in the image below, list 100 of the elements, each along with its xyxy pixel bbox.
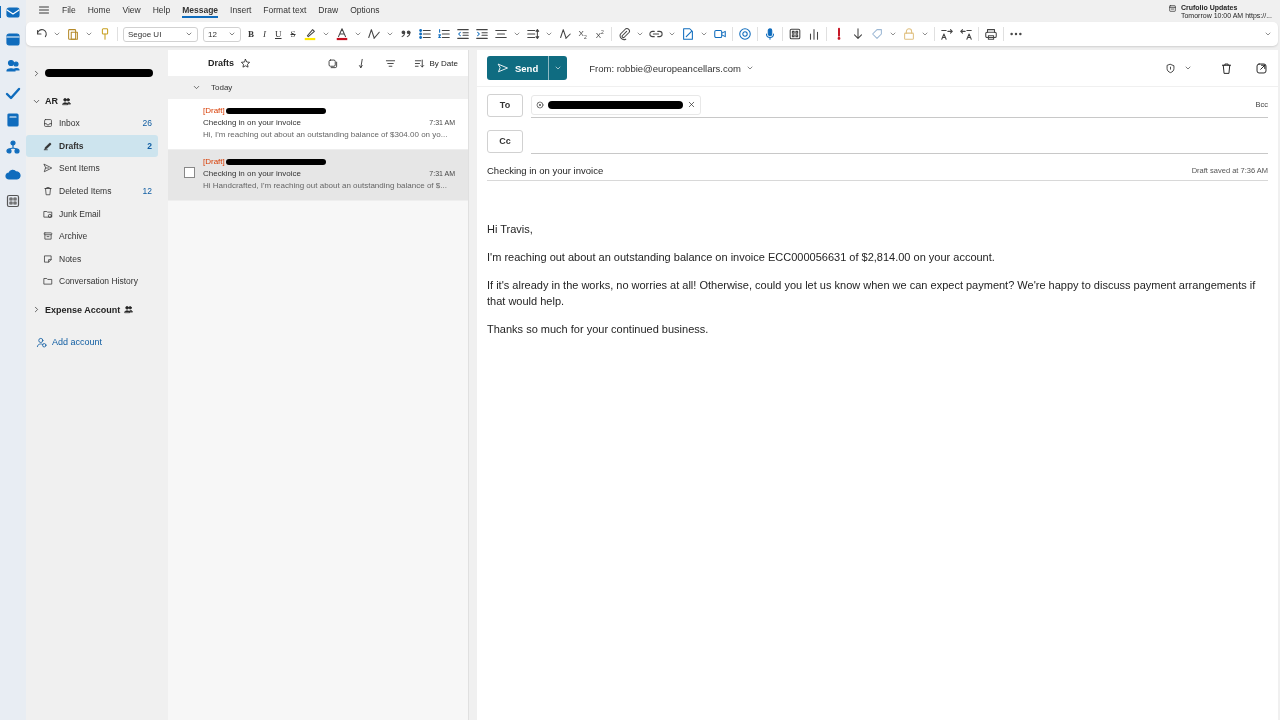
favorite-star-icon[interactable] [240, 57, 251, 69]
caret-icon[interactable] [228, 30, 236, 38]
caret-icon[interactable] [512, 30, 521, 38]
menu-tab[interactable]: Message [176, 2, 225, 18]
menu-tab[interactable]: Options [344, 2, 386, 18]
caret-icon[interactable] [699, 30, 708, 38]
add-account-link[interactable]: Add account [26, 336, 166, 348]
menu-tab[interactable]: Insert [224, 2, 258, 18]
caret-icon[interactable] [321, 30, 330, 38]
menu-tab[interactable]: File [56, 2, 82, 18]
font-name-dropdown[interactable]: Segoe UI [123, 26, 198, 42]
calendar-icon[interactable] [5, 31, 21, 47]
sort-button[interactable]: By Date [413, 57, 458, 69]
align-icon[interactable] [493, 27, 508, 41]
apps-icon[interactable] [5, 193, 21, 209]
inbox-icon [43, 118, 53, 129]
menu-tab[interactable]: Format text [257, 2, 313, 18]
checkbox[interactable] [184, 167, 195, 178]
expand-icon[interactable] [1264, 30, 1272, 38]
menu-icon[interactable] [38, 4, 50, 16]
caret-icon[interactable] [667, 30, 676, 38]
folder-item[interactable]: Sent Items [26, 157, 158, 180]
draft-tag: [Draft] [203, 157, 225, 166]
shield-icon[interactable] [1165, 62, 1176, 74]
draft-tag: [Draft] [203, 106, 225, 115]
subject-field[interactable]: Checking in on your invoice [487, 165, 604, 176]
book-icon[interactable] [5, 112, 21, 128]
pop-out-icon[interactable] [1255, 61, 1268, 75]
to-button[interactable]: To [487, 93, 523, 117]
increase-indent-icon[interactable] [474, 27, 489, 41]
caret-icon[interactable] [635, 30, 644, 38]
people-icon [124, 305, 134, 315]
caret-icon[interactable] [385, 30, 394, 38]
caret-icon[interactable] [353, 30, 362, 38]
people-icon[interactable] [5, 58, 21, 74]
numbered-list-icon[interactable] [436, 27, 451, 41]
folder-item[interactable]: Notes [26, 247, 158, 271]
add-person-icon [36, 336, 47, 348]
send-button[interactable]: Send [487, 56, 568, 80]
folder-item[interactable]: Deleted Items 12 [26, 179, 158, 203]
caret-icon[interactable] [544, 30, 553, 38]
cc-button[interactable]: Cc [487, 129, 523, 153]
font-size-dropdown[interactable]: 12 [203, 26, 241, 42]
text-direction-icon[interactable] [958, 27, 973, 41]
folder-item[interactable]: Junk Email [26, 202, 158, 225]
menu-tab[interactable]: Draw [312, 2, 345, 18]
delete-icon[interactable] [1220, 61, 1233, 75]
group-header[interactable]: Today [211, 83, 233, 92]
video-camera-icon[interactable] [712, 27, 727, 41]
from-selector[interactable]: From: robbie@europeancellars.com [589, 62, 754, 74]
caret-icon[interactable] [888, 30, 897, 38]
text-direction-icon[interactable] [939, 27, 954, 41]
caret-icon[interactable] [85, 30, 93, 38]
folder-item[interactable]: Conversation History [26, 270, 158, 293]
account-name[interactable]: Expense Account [45, 304, 121, 315]
caret-icon[interactable] [53, 30, 61, 38]
format-button[interactable]: B [246, 29, 256, 39]
account-name[interactable]: AR [45, 96, 58, 106]
bullet-list-icon[interactable] [417, 27, 432, 41]
deleted-icon [43, 186, 53, 197]
text-effects-icon[interactable] [366, 27, 381, 41]
decrease-indent-icon[interactable] [455, 27, 470, 41]
send-icon [497, 62, 509, 74]
script-button[interactable]: X$^{2}$ [593, 28, 606, 40]
expand-chevron-icon[interactable] [32, 68, 41, 78]
checkmark-icon[interactable] [5, 85, 21, 101]
caret-icon[interactable] [1184, 64, 1192, 72]
table-icon[interactable] [787, 27, 802, 41]
collapse-chevron-icon[interactable] [192, 83, 201, 92]
menu-tab[interactable]: Home [81, 2, 117, 18]
folder-item[interactable]: Drafts 2 [26, 134, 158, 158]
highlighter-icon[interactable] [302, 27, 317, 41]
select-icon[interactable] [326, 57, 338, 69]
format-button[interactable]: S [288, 29, 298, 39]
expand-chevron-icon[interactable] [32, 305, 41, 315]
paperclip-icon[interactable] [616, 27, 631, 41]
format-button[interactable]: I [261, 29, 268, 39]
font-color-icon[interactable] [334, 27, 349, 41]
caret-icon[interactable] [185, 30, 193, 38]
folder-item[interactable]: Inbox 26 [26, 112, 158, 135]
menu-tab[interactable]: Help [146, 2, 177, 18]
menu-tab[interactable]: View [116, 2, 147, 18]
print-icon[interactable] [983, 27, 998, 41]
message-subject: Checking in on your invoice [203, 169, 302, 178]
format-button[interactable]: U [273, 29, 284, 39]
filter-icon[interactable] [384, 57, 396, 69]
clear-formatting-icon[interactable] [557, 27, 572, 41]
sent-icon [43, 163, 53, 174]
archive-icon [43, 231, 53, 242]
org-chart-icon[interactable] [5, 139, 21, 155]
line-spacing-icon[interactable] [525, 27, 540, 41]
folder-item[interactable]: Archive [26, 224, 158, 248]
notes-icon [43, 253, 53, 264]
caret-icon[interactable] [554, 64, 563, 72]
caret-icon[interactable] [745, 64, 754, 72]
caret-icon[interactable] [920, 30, 929, 38]
mail-icon[interactable] [5, 4, 21, 20]
script-button[interactable]: X$_{2}$ [576, 28, 589, 40]
signature-icon[interactable] [680, 27, 695, 41]
clipboard-icon[interactable] [66, 27, 80, 41]
